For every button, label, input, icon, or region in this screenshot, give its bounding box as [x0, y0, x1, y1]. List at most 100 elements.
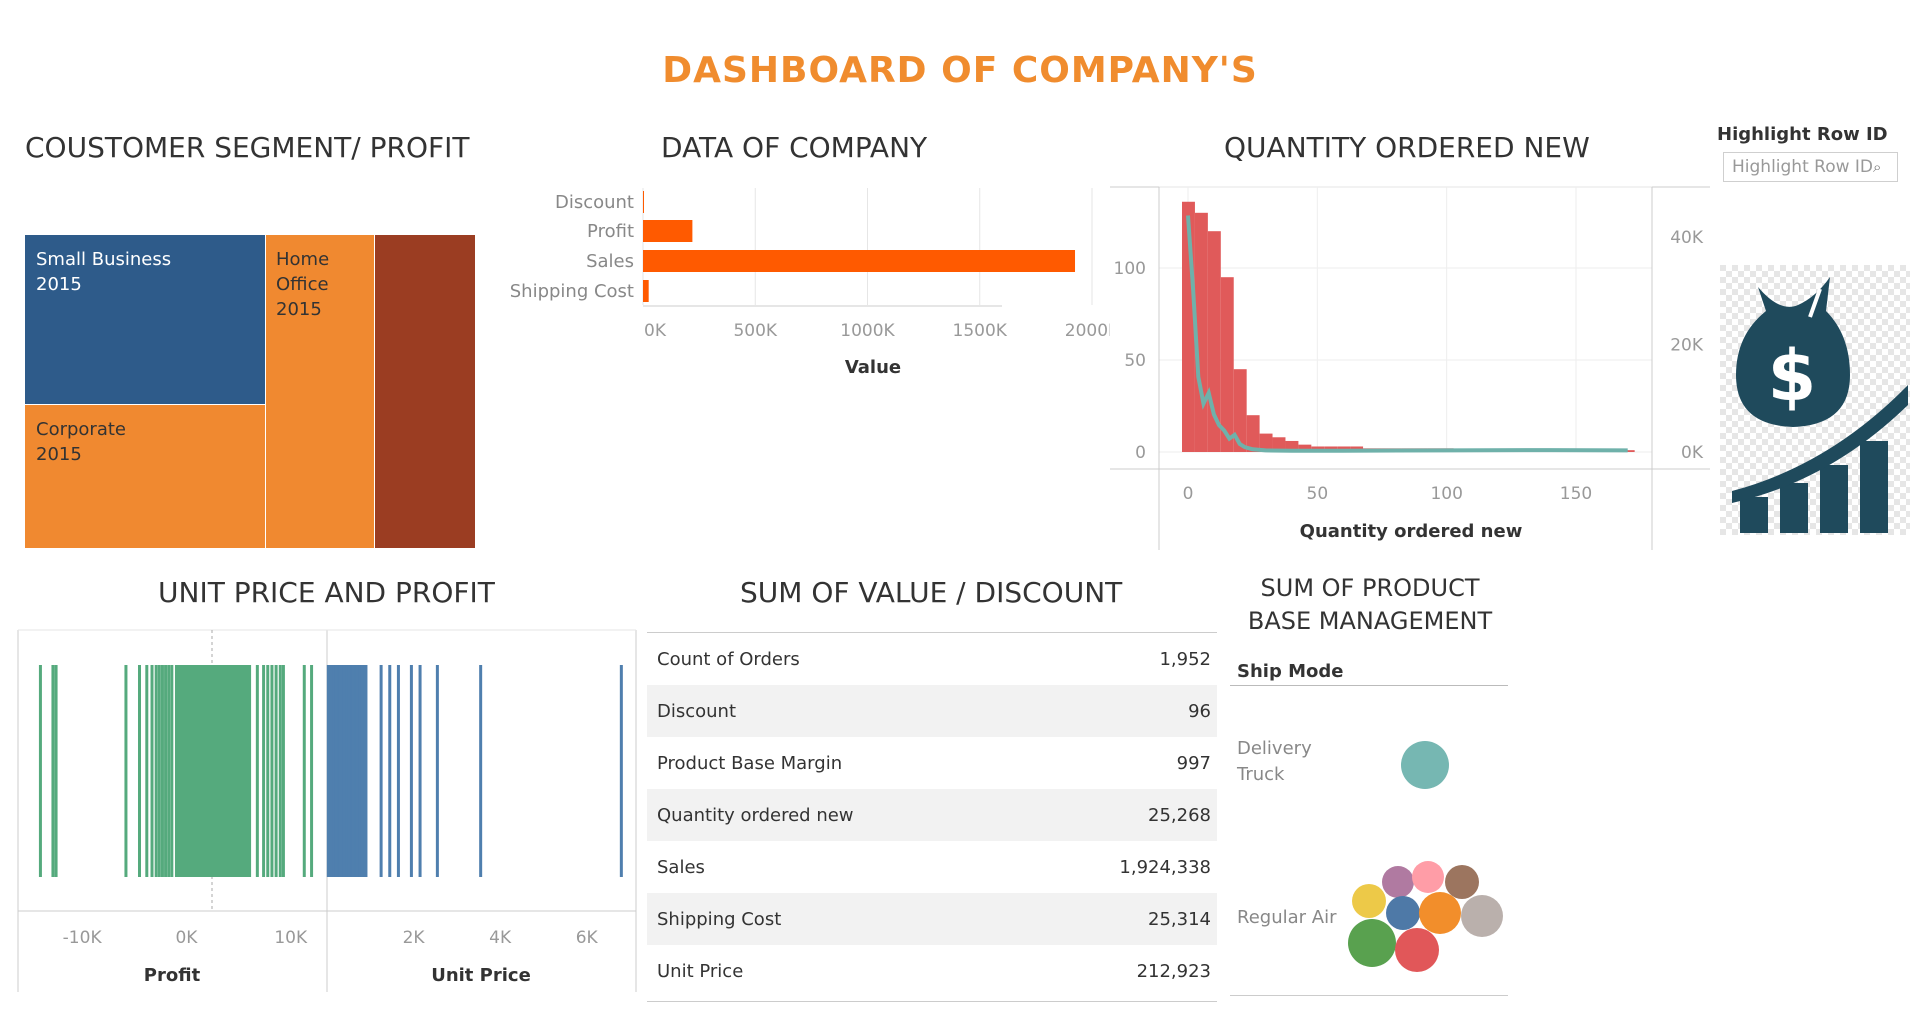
unit-price-mark [435, 665, 439, 877]
unit-price-mark [338, 665, 342, 877]
histogram-bar [1220, 277, 1234, 452]
profit-mark [157, 665, 161, 877]
highlight-row-label: Highlight Row ID [1717, 124, 1888, 145]
unit-price-mark [619, 665, 623, 877]
bar [643, 250, 1076, 272]
profit-tick: 10K [274, 928, 308, 948]
unit-price-mark [351, 665, 355, 877]
bubble[interactable] [1401, 741, 1449, 789]
quantity-left-tick: 50 [1124, 351, 1146, 371]
profit-mark [302, 665, 306, 877]
bar-tick-label: 1500K [953, 321, 1008, 341]
unit-price-tick: 6K [576, 928, 599, 948]
highlight-row-placeholder: Highlight Row ID [1732, 157, 1874, 177]
profit-mark [170, 665, 174, 877]
quantity-right-tick: 0K [1681, 443, 1704, 463]
profit-mark [160, 665, 164, 877]
profit-mark [164, 665, 168, 877]
quantity-x-tick: 0 [1183, 484, 1194, 504]
bubble[interactable] [1445, 865, 1479, 899]
unit-price-mark [364, 665, 368, 877]
row-label: Product Base Margin [657, 752, 843, 774]
profit-mark [281, 665, 285, 877]
profit-mark [150, 665, 154, 877]
unit-price-mark [334, 665, 338, 877]
quantity-xlabel: Quantity ordered new [1300, 521, 1523, 542]
product-base-title: SUM OF PRODUCT BASE MANAGEMENT [1247, 574, 1493, 635]
profit-mark [278, 665, 282, 877]
table-row: Count of Orders 1,952 [647, 633, 1217, 685]
unit-price-mark [360, 665, 364, 877]
quantity-left-tick: 0 [1135, 443, 1146, 463]
profit-mark [167, 665, 171, 877]
bar-xlabel: Value [845, 357, 901, 378]
quantity-x-tick: 100 [1430, 484, 1462, 504]
bubble[interactable] [1386, 896, 1420, 930]
bar [643, 220, 693, 242]
quantity-left-tick: 100 [1114, 259, 1146, 279]
row-label: Discount [657, 700, 737, 722]
ship-mode-header: Ship Mode [1237, 661, 1344, 682]
profit-mark [38, 665, 42, 877]
profit-mark [274, 665, 278, 877]
bubble[interactable] [1348, 919, 1396, 967]
table-bottom-line [647, 1001, 1217, 1002]
unit-price-mark [379, 665, 383, 877]
profit-axis-label: Profit [144, 965, 201, 986]
search-icon[interactable]: ⌕ [1873, 158, 1897, 176]
quantity-x-tick: 50 [1307, 484, 1329, 504]
highlight-row-input[interactable]: Highlight Row ID ⌕ [1723, 152, 1898, 182]
profit-mark [262, 665, 266, 877]
unit-price-mark [329, 665, 333, 877]
row-value: 997 [1176, 752, 1211, 774]
product-base-bubbles [1348, 741, 1503, 972]
row-value: 25,268 [1148, 804, 1211, 826]
profit-mark [145, 665, 149, 877]
table-row: Sales 1,924,338 [647, 841, 1217, 893]
ship-mode-regular-air: Regular Air [1237, 907, 1337, 928]
bubble[interactable] [1412, 861, 1444, 893]
row-value: 1,924,338 [1119, 856, 1211, 878]
bar-tick-label: 1000K [840, 321, 895, 341]
bubble[interactable] [1395, 928, 1439, 972]
quantity-right-tick: 20K [1670, 336, 1704, 356]
unit-price-mark [479, 665, 483, 877]
unit-price-profit-chart: -10K 0K 10K 2K 4K 6K Profit Unit Price [17, 629, 637, 992]
unit-price-axis-label: Unit Price [431, 965, 531, 986]
unit-price-mark [355, 665, 359, 877]
profit-mark [124, 665, 128, 877]
quantity-ordered-chart: 0 50 100 150 0 50 100 0K 20K 40K Quantity ordered… [1110, 186, 1710, 550]
unit-price-mark [418, 665, 422, 877]
profit-mark [54, 665, 58, 877]
ship-mode-divider [1230, 685, 1508, 686]
row-value: 212,923 [1136, 960, 1211, 982]
unit-price-mark [342, 665, 346, 877]
profit-tick: -10K [63, 928, 103, 948]
row-value: 96 [1188, 700, 1211, 722]
row-value: 1,952 [1159, 648, 1211, 670]
table-row: Quantity ordered new 25,268 [647, 789, 1217, 841]
unit-price-mark [347, 665, 351, 877]
bubble[interactable] [1382, 866, 1414, 898]
ship-mode-delivery: Delivery Truck [1237, 738, 1312, 785]
unit-price-mark [409, 665, 413, 877]
money-bag-growth-icon: $ [1720, 265, 1910, 535]
product-base-bottom-line [1230, 995, 1508, 996]
profit-dense-band [174, 665, 252, 877]
bubble[interactable] [1461, 895, 1503, 937]
unit-price-mark [396, 665, 400, 877]
bubble[interactable] [1419, 892, 1461, 934]
quantity-right-tick: 40K [1670, 228, 1704, 248]
table-row: Unit Price 212,923 [647, 945, 1217, 997]
profit-mark [255, 665, 259, 877]
bar-tick-label: 500K [733, 321, 777, 341]
sum-value-discount-title: SUM OF VALUE / DISCOUNT [740, 576, 1123, 609]
table-row: Product Base Margin 997 [647, 737, 1217, 789]
profit-mark [51, 665, 55, 877]
quantity-x-tick: 150 [1560, 484, 1592, 504]
row-value: 25,314 [1148, 908, 1211, 930]
row-label: Count of Orders [657, 648, 800, 670]
table-row: Discount 96 [647, 685, 1217, 737]
bubble[interactable] [1352, 884, 1386, 918]
unit-price-tick: 2K [403, 928, 426, 948]
